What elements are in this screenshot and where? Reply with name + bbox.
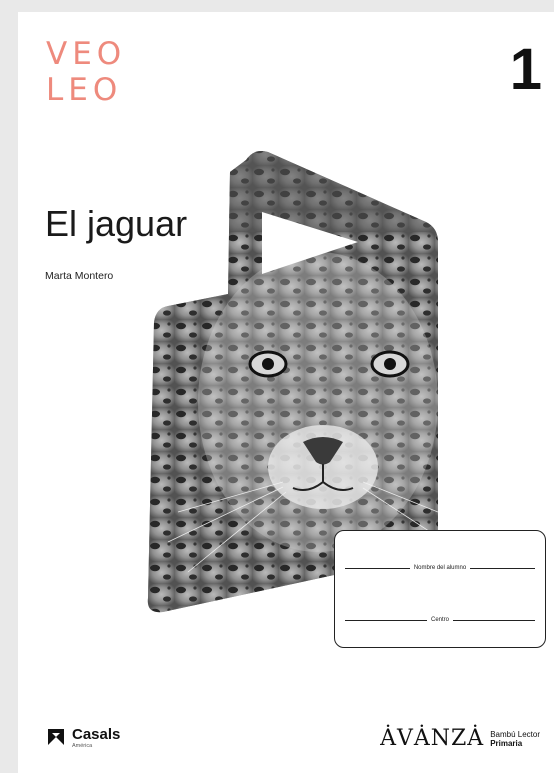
casals-logo-icon [48, 729, 64, 745]
student-name-field[interactable]: Nombre del alumno [345, 565, 536, 571]
level-number: 1 [509, 37, 542, 102]
avanza-logo: ȦVȦNZȦ [380, 726, 485, 751]
student-info-box: Nombre del alumno Centro [334, 530, 546, 648]
series-title-line2: LEO [46, 72, 123, 108]
book-title: El jaguar [45, 203, 188, 244]
jaguar-photo [147, 151, 438, 613]
name-rule-right [470, 567, 536, 569]
centro-rule-left [345, 619, 427, 621]
book-author: Marta Montero [45, 270, 114, 282]
centro-field[interactable]: Centro [345, 617, 536, 623]
publisher-region: América [72, 743, 93, 749]
book-cover: VEO LEO 1 El jaguar Marta Montero Nombre… [18, 12, 554, 773]
series-title-line1: VEO [46, 36, 127, 72]
centro-label: Centro [431, 617, 450, 623]
brand-level: Primaria [490, 738, 523, 748]
centro-rule-right [453, 619, 536, 621]
publisher-logo: Casals América [46, 727, 120, 750]
publisher-name: Casals [72, 726, 121, 743]
name-rule-left [345, 567, 410, 569]
brand-collection: Bambú Lector [490, 729, 540, 739]
avanza-brand: ȦVȦNZȦ Bambú Lector Primaria [380, 726, 540, 751]
series-title: VEO LEO [46, 36, 126, 108]
student-name-label: Nombre del alumno [413, 565, 467, 571]
